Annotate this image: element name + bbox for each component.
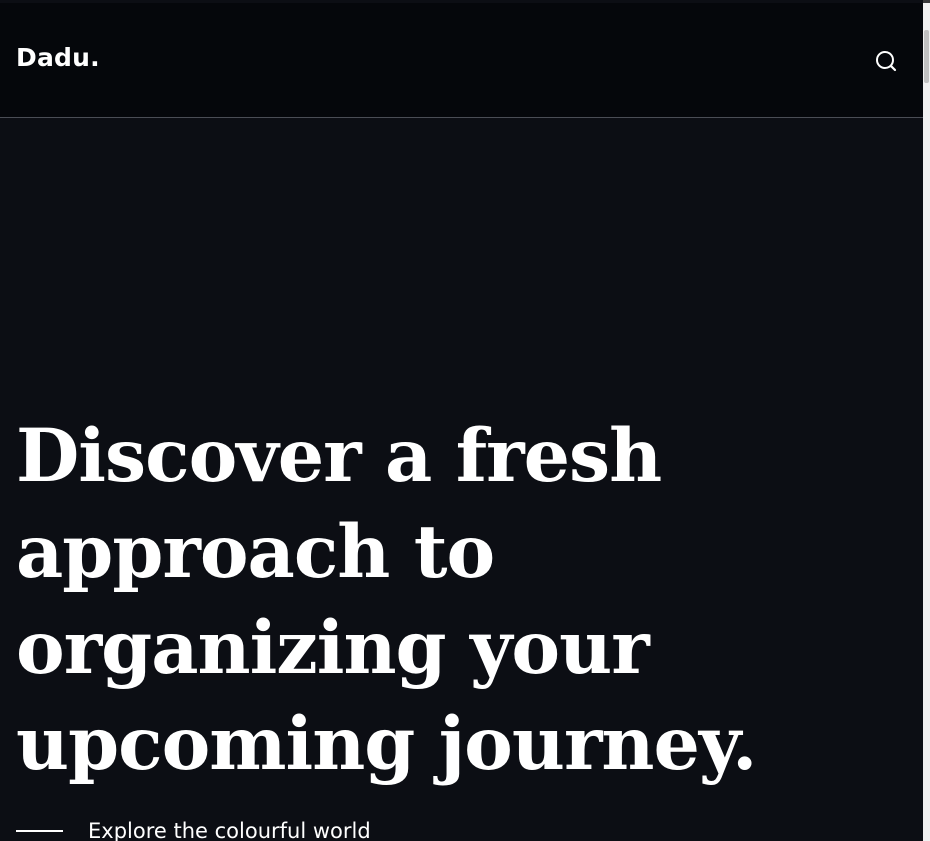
explore-text: Explore the colourful world <box>88 819 371 841</box>
site-header: Dadu. <box>0 3 923 118</box>
vertical-scrollbar[interactable] <box>923 3 930 841</box>
scrollbar-thumb[interactable] <box>924 30 929 83</box>
page-viewport: Dadu. Discover a fresh approach to organ… <box>0 0 923 841</box>
search-icon <box>876 51 897 72</box>
site-logo[interactable]: Dadu. <box>16 43 100 72</box>
hero-title: Discover a fresh approach to organizing … <box>16 413 757 787</box>
explore-link[interactable]: Explore the colourful world <box>16 816 371 841</box>
explore-divider-line <box>16 830 63 832</box>
search-button[interactable] <box>873 48 899 74</box>
